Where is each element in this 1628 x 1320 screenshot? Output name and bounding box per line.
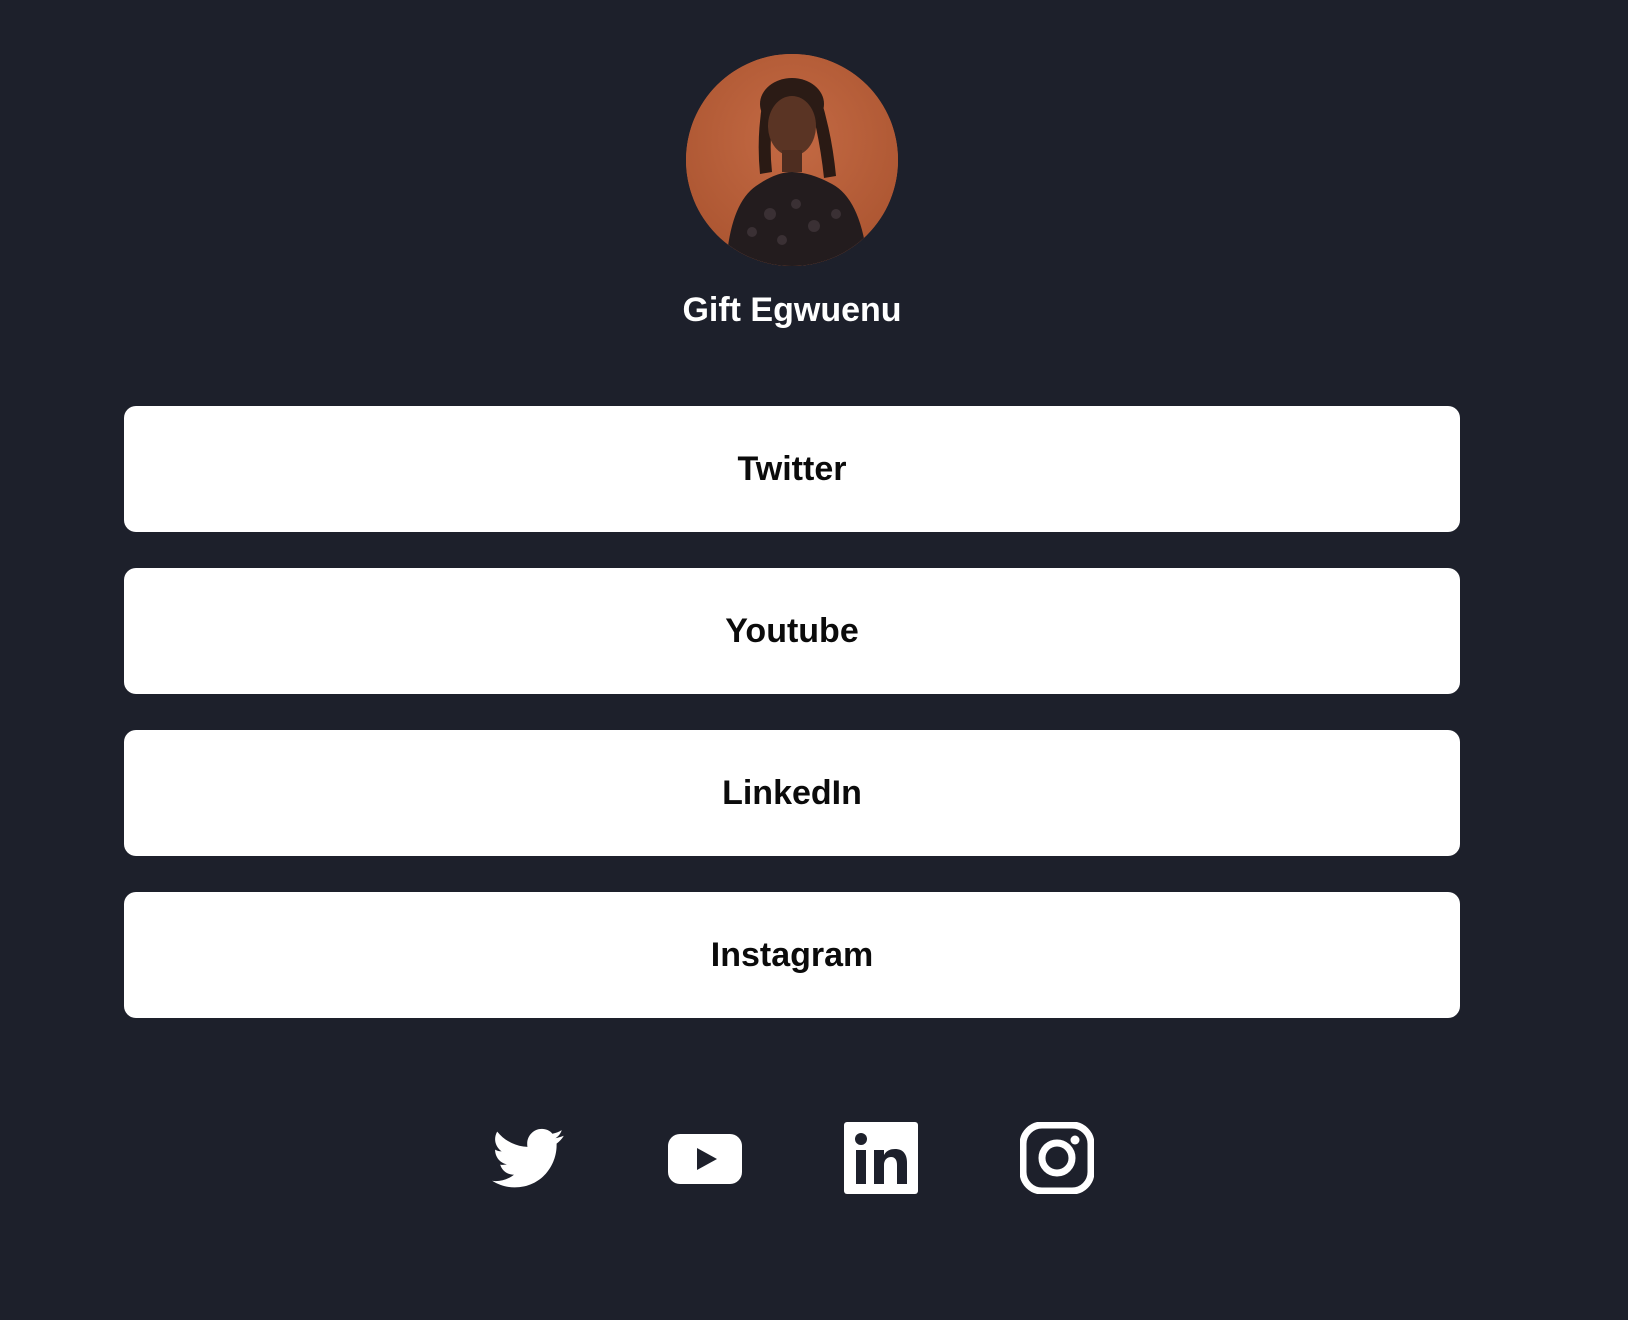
instagram-link-label: Instagram	[710, 935, 874, 974]
instagram-icon[interactable]	[1020, 1122, 1094, 1194]
instagram-link-button[interactable]: Instagram	[124, 892, 1460, 1018]
profile-photo-icon	[686, 54, 898, 266]
youtube-icon[interactable]	[668, 1122, 742, 1194]
youtube-link-label: Youtube	[725, 611, 859, 650]
youtube-link-button[interactable]: Youtube	[124, 568, 1460, 694]
profile-name: Gift Egwuenu	[682, 291, 902, 329]
twitter-icon[interactable]	[492, 1122, 566, 1194]
avatar	[686, 54, 898, 266]
linkedin-link-button[interactable]: LinkedIn	[124, 730, 1460, 856]
twitter-link-button[interactable]: Twitter	[124, 406, 1460, 532]
linkedin-icon[interactable]	[844, 1122, 918, 1194]
linkedin-link-label: LinkedIn	[722, 773, 862, 812]
twitter-link-label: Twitter	[737, 449, 847, 488]
